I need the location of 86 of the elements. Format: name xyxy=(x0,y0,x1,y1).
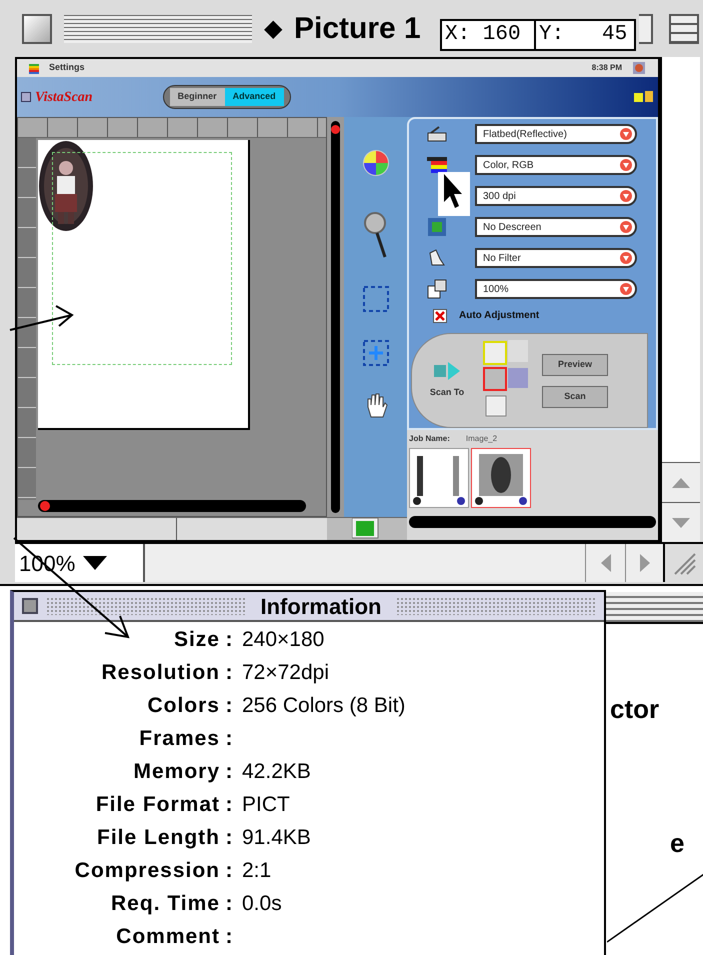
zoom-box[interactable] xyxy=(639,14,653,44)
collapse-box[interactable] xyxy=(669,14,699,44)
thumbnail[interactable] xyxy=(471,448,531,508)
colon: : xyxy=(224,758,234,785)
field-value: 0.0s xyxy=(241,890,283,917)
close-box[interactable] xyxy=(22,14,52,44)
dropdown[interactable]: Flatbed(Reflective) xyxy=(475,124,637,144)
colon: : xyxy=(224,692,234,719)
vertical-scrollbar[interactable] xyxy=(660,57,700,542)
scanner-icon xyxy=(427,126,447,142)
colon: : xyxy=(224,858,234,884)
scroll-up-button[interactable] xyxy=(662,462,700,502)
colon: : xyxy=(224,890,234,917)
mode-tab[interactable]: Beginner xyxy=(170,88,225,106)
job-name-label: Job Name: xyxy=(409,433,450,445)
x-coordinate: X: 160 xyxy=(442,21,536,49)
move-selection-icon[interactable] xyxy=(362,339,390,367)
field-label: Memory xyxy=(132,758,220,785)
scan-to-icon xyxy=(434,362,460,380)
colon: : xyxy=(224,924,234,950)
cursor-icon xyxy=(442,172,464,210)
up-arrow-icon xyxy=(672,478,690,488)
scan-to-label: Scan To xyxy=(430,386,464,399)
field-label: Colors xyxy=(146,692,220,719)
field-value: 240×180 xyxy=(241,626,326,653)
field-value: 42.2KB xyxy=(241,758,312,785)
preview-button[interactable]: Preview xyxy=(542,354,608,376)
document-text: ctor xyxy=(610,696,660,722)
field-label: Resolution xyxy=(100,660,220,686)
field-value: 91.4KB xyxy=(241,824,312,851)
field-value: PICT xyxy=(241,792,291,818)
field-label: Compression xyxy=(74,858,220,884)
window-title: Information xyxy=(260,592,382,620)
dropdown[interactable]: 300 dpi xyxy=(475,186,637,206)
document-text: e xyxy=(669,830,686,856)
right-arrow-icon xyxy=(640,554,650,572)
preview-scrollbar[interactable] xyxy=(327,117,344,517)
diamond-icon: ◆ xyxy=(264,16,282,40)
thumbnail-scrollbar[interactable] xyxy=(409,516,656,528)
colon: : xyxy=(224,660,234,686)
field-value: 2:1 xyxy=(241,858,272,884)
scale-icon xyxy=(427,279,447,299)
scan-button[interactable]: Scan xyxy=(542,386,608,408)
field-value: 72×72dpi xyxy=(241,660,330,686)
app-icon[interactable] xyxy=(632,61,646,75)
thumbnail[interactable] xyxy=(409,448,469,508)
field-label: Frames xyxy=(138,726,220,752)
colon: : xyxy=(224,626,234,653)
scan-area-frame[interactable] xyxy=(52,152,232,365)
job-name-value: Image_2 xyxy=(466,433,498,445)
field-label: Comment xyxy=(115,924,220,950)
menu-title[interactable]: Settings xyxy=(49,61,85,75)
field-label: Size xyxy=(172,626,220,653)
field-label: File Format xyxy=(94,792,220,818)
selection-icon[interactable] xyxy=(362,285,390,313)
colon: : xyxy=(224,792,234,818)
dropdown[interactable]: No Descreen xyxy=(475,217,637,237)
dropdown[interactable]: 100% xyxy=(475,279,637,299)
magnifier-icon[interactable] xyxy=(362,211,388,259)
colon: : xyxy=(224,726,234,752)
preview-scrollbar[interactable] xyxy=(38,500,306,512)
dropdown[interactable]: Color, RGB xyxy=(475,155,637,175)
field-value: 256 Colors (8 Bit) xyxy=(241,692,406,719)
window-title: Picture 1 xyxy=(294,14,421,44)
app-logo: VistaScan xyxy=(35,88,93,106)
apple-icon[interactable] xyxy=(29,62,39,74)
scroll-down-button[interactable] xyxy=(662,502,700,542)
field-label: Req. Time xyxy=(110,890,220,917)
color-bars-icon xyxy=(427,157,447,173)
field-label: File Length xyxy=(96,824,220,851)
checkbox[interactable] xyxy=(433,308,447,322)
toolbar-icons-drawing[interactable] xyxy=(634,91,654,103)
menu-clock: 8:38 PM xyxy=(592,62,622,74)
window-box[interactable] xyxy=(21,92,31,102)
left-arrow-icon xyxy=(600,554,610,572)
descreen-icon xyxy=(428,218,446,236)
mode-tab[interactable]: Advanced xyxy=(224,88,284,106)
close-box[interactable] xyxy=(22,598,38,614)
down-arrow-icon xyxy=(672,518,690,528)
filter-icon xyxy=(428,249,446,267)
caret-icon xyxy=(83,556,108,570)
check-mark-icon xyxy=(435,310,445,320)
dropdown[interactable]: No Filter xyxy=(475,248,637,268)
y-coordinate: Y: 45 xyxy=(538,22,628,48)
colon: : xyxy=(224,824,234,851)
checkbox-label: Auto Adjustment xyxy=(459,309,540,323)
